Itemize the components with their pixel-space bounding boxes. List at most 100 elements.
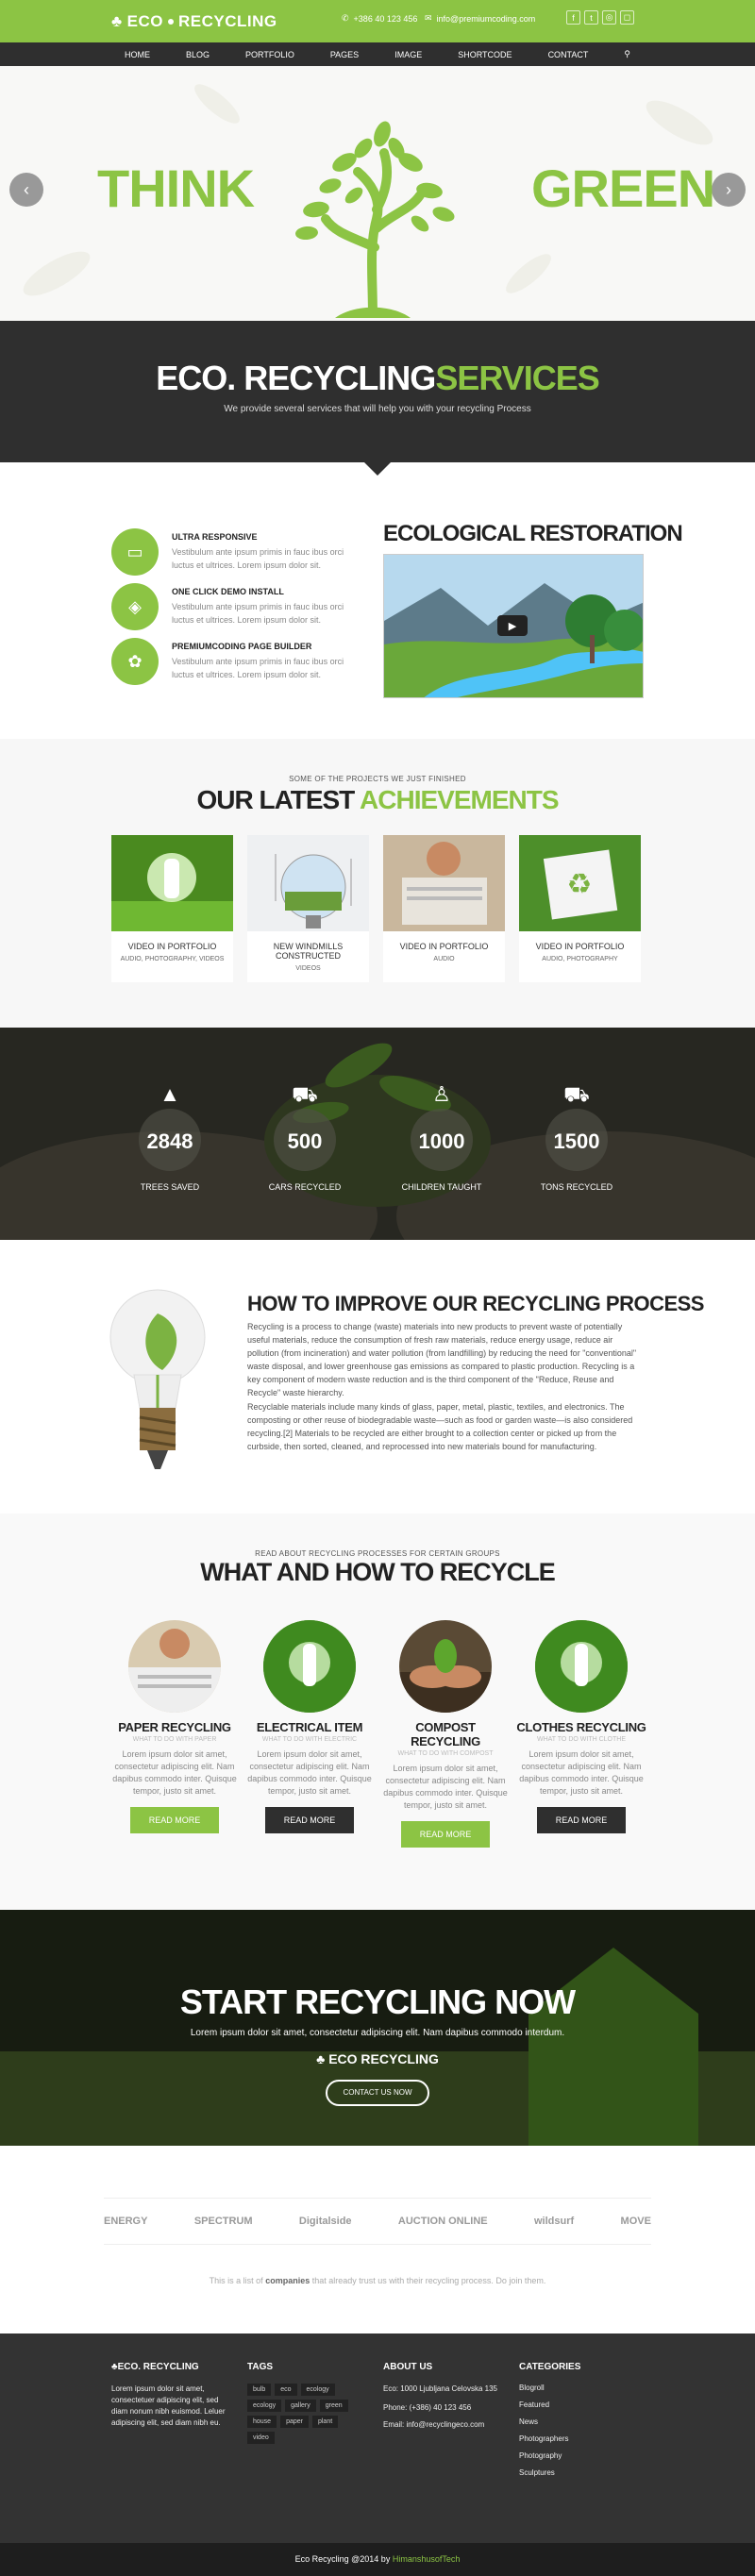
nav-home[interactable]: HOME <box>125 50 150 59</box>
partner-logo-energy[interactable]: ENERGY <box>104 2216 147 2227</box>
tag[interactable]: ecology <box>300 2384 335 2396</box>
video-player[interactable]: ▶ <box>383 554 644 698</box>
footer-address: Eco: 1000 Ljubljana Celovska 135 <box>383 2384 497 2393</box>
portfolio-card-tags: VIDEOS <box>295 965 321 972</box>
recycle-item-compost: COMPOST RECYCLING WHAT TO DO WITH COMPOS… <box>379 1620 512 1848</box>
category-link[interactable]: News <box>519 2417 580 2426</box>
portfolio-grid: VIDEO IN PORTFOLIO AUDIO, PHOTOGRAPHY, V… <box>111 835 641 982</box>
how-paragraph-2: Recyclable materials include many kinds … <box>247 1402 633 1451</box>
svg-text:♻: ♻ <box>567 868 593 901</box>
recycle-kicker: READ ABOUT RECYCLING PROCESSES FOR CERTA… <box>255 1549 500 1558</box>
read-more-button[interactable]: READ MORE <box>265 1807 354 1833</box>
portfolio-image-bulb <box>111 835 233 931</box>
footer-about-text: Lorem ipsum dolor sit amet, consectetuer… <box>111 2384 226 2427</box>
partner-logo-move[interactable]: MOVE <box>621 2216 651 2227</box>
portfolio-card[interactable]: NEW WINDMILLS CONSTRUCTED VIDEOS <box>247 835 369 982</box>
slider-next-arrow[interactable]: › <box>712 173 746 207</box>
lightbulb-illustration <box>109 1289 206 1469</box>
main-nav: HOME BLOG PORTFOLIO PAGES IMAGE SHORTCOD… <box>0 42 755 66</box>
facebook-icon[interactable]: f <box>566 10 580 25</box>
cta-title: START RECYCLING NOW <box>179 1982 576 2021</box>
category-link[interactable]: Photographers <box>519 2434 580 2443</box>
search-icon[interactable]: ⚲ <box>624 49 630 59</box>
tag[interactable]: plant <box>311 2416 339 2428</box>
partners-note: This is a list of companies that already… <box>209 2276 546 2285</box>
category-link[interactable]: Sculptures <box>519 2468 580 2477</box>
leaf-icon: ♣ <box>316 2051 329 2066</box>
stats-background-hands <box>0 1028 755 1240</box>
portfolio-card[interactable]: VIDEO IN PORTFOLIO AUDIO, PHOTOGRAPHY, V… <box>111 835 233 982</box>
email-contact[interactable]: ✉ info@premiumcoding.com <box>425 13 535 24</box>
instagram-icon[interactable]: ◻ <box>620 10 634 25</box>
tag[interactable]: paper <box>280 2416 309 2428</box>
twitter-icon[interactable]: t <box>584 10 598 25</box>
partner-logo-wildsurf[interactable]: wildsurf <box>534 2216 574 2227</box>
nav-portfolio[interactable]: PORTFOLIO <box>245 50 294 59</box>
feature-item: ▭ ULTRA RESPONSIVE Vestibulum ante ipsum … <box>111 528 366 576</box>
portfolio-card-tags: AUDIO <box>433 956 455 962</box>
how-title: HOW TO IMPROVE OUR RECYCLING PROCESS <box>247 1292 704 1315</box>
nav-image[interactable]: IMAGE <box>394 50 422 59</box>
tag[interactable]: house <box>247 2416 277 2428</box>
stat-tons: 1500 TONS RECYCLED ⛟ <box>540 1082 613 1192</box>
site-logo[interactable]: ♣ ECO RECYCLING <box>111 12 277 31</box>
contact-us-button[interactable]: CONTACT US NOW <box>326 2080 429 2106</box>
category-link[interactable]: Featured <box>519 2400 580 2409</box>
features-section: ▭ ULTRA RESPONSIVE Vestibulum ante ipsum … <box>0 462 755 739</box>
child-icon: ♙ <box>432 1082 451 1106</box>
read-more-button[interactable]: READ MORE <box>130 1807 219 1833</box>
author-link[interactable]: HimanshusofTech <box>393 2554 461 2564</box>
category-link[interactable]: Blogroll <box>519 2384 580 2392</box>
read-more-button[interactable]: READ MORE <box>537 1807 626 1833</box>
portfolio-card[interactable]: VIDEO IN PORTFOLIO AUDIO <box>383 835 505 982</box>
partner-logo-auction-online[interactable]: AUCTION ONLINE <box>398 2216 488 2227</box>
feature-text: Vestibulum ante ipsum primis in fauc ibu… <box>172 547 344 570</box>
recycle-item-subtitle: WHAT TO DO WITH COMPOST <box>397 1750 494 1757</box>
slider-prev-arrow[interactable]: ‹ <box>9 173 43 207</box>
logo-dot <box>168 19 174 25</box>
achievements-title: OUR LATEST ACHIEVEMENTS <box>196 785 559 814</box>
footer-about-title: ABOUT US <box>383 2362 433 2372</box>
tag[interactable]: video <box>247 2432 275 2444</box>
tag[interactable]: green <box>319 2400 348 2412</box>
read-more-button[interactable]: READ MORE <box>401 1821 490 1848</box>
portfolio-card-title: VIDEO IN PORTFOLIO <box>399 942 489 951</box>
play-icon[interactable]: ▶ <box>497 615 528 636</box>
services-title: ECO. RECYCLINGSERVICES <box>156 359 599 397</box>
cta-logo: ♣ ECO RECYCLING <box>316 2051 439 2066</box>
portfolio-card-title: NEW WINDMILLS CONSTRUCTED <box>273 942 344 961</box>
recycle-item-clothes: CLOTHES RECYCLING WHAT TO DO WITH CLOTHE… <box>515 1620 647 1833</box>
footer-contact-col: ABOUT US Eco: 1000 Ljubljana Celovska 13… <box>383 2362 497 2431</box>
footer-email[interactable]: Email: info@recyclingeco.com <box>383 2419 497 2431</box>
tag[interactable]: bulb <box>247 2384 272 2396</box>
tag[interactable]: gallery <box>285 2400 316 2412</box>
nav-pages[interactable]: PAGES <box>330 50 359 59</box>
dropbox-icon: ◈ <box>111 583 159 630</box>
tag[interactable]: ecology <box>247 2400 282 2412</box>
truck-icon: ⛟ <box>563 1082 590 1106</box>
car-icon: ⛟ <box>292 1082 318 1106</box>
recycle-title: WHAT AND HOW TO RECYCLE <box>200 1558 555 1586</box>
nav-contact[interactable]: CONTACT <box>548 50 589 59</box>
tag[interactable]: eco <box>275 2384 297 2396</box>
hero-slider: ‹ › THINK GREEN <box>0 66 755 321</box>
nav-blog[interactable]: BLOG <box>186 50 210 59</box>
portfolio-image-recycle-paper: ♻ <box>519 835 641 931</box>
portfolio-card-title: VIDEO IN PORTFOLIO <box>127 942 217 951</box>
partners-section: ENERGY SPECTRUM Digitalside AUCTION ONLI… <box>0 2146 755 2333</box>
recycle-section: READ ABOUT RECYCLING PROCESSES FOR CERTA… <box>0 1514 755 1910</box>
portfolio-card[interactable]: ♻ VIDEO IN PORTFOLIO AUDIO, PHOTOGRAPHY <box>519 835 641 982</box>
logo-text-eco: ECO <box>126 12 163 30</box>
hero-word-left: THINK <box>97 159 255 218</box>
recycle-item-text: Lorem ipsum dolor sit amet, consectetur … <box>519 1749 644 1796</box>
recycle-item-subtitle: WHAT TO DO WITH ELECTRIC <box>261 1736 358 1743</box>
partner-logo-spectrum[interactable]: SPECTRUM <box>194 2216 253 2227</box>
category-link[interactable]: Photography <box>519 2451 580 2460</box>
nav-shortcode[interactable]: SHORTCODE <box>458 50 512 59</box>
recycle-item-text: Lorem ipsum dolor sit amet, consectetur … <box>112 1749 237 1796</box>
how-paragraph-1: Recycling is a process to change (waste)… <box>247 1322 637 1397</box>
hero-word-right: GREEN <box>531 159 715 218</box>
dribbble-icon[interactable]: ◎ <box>602 10 616 25</box>
partner-logo-digitalside[interactable]: Digitalside <box>299 2216 352 2227</box>
tag-cloud: bulb eco ecology ecology gallery green h… <box>247 2384 361 2444</box>
